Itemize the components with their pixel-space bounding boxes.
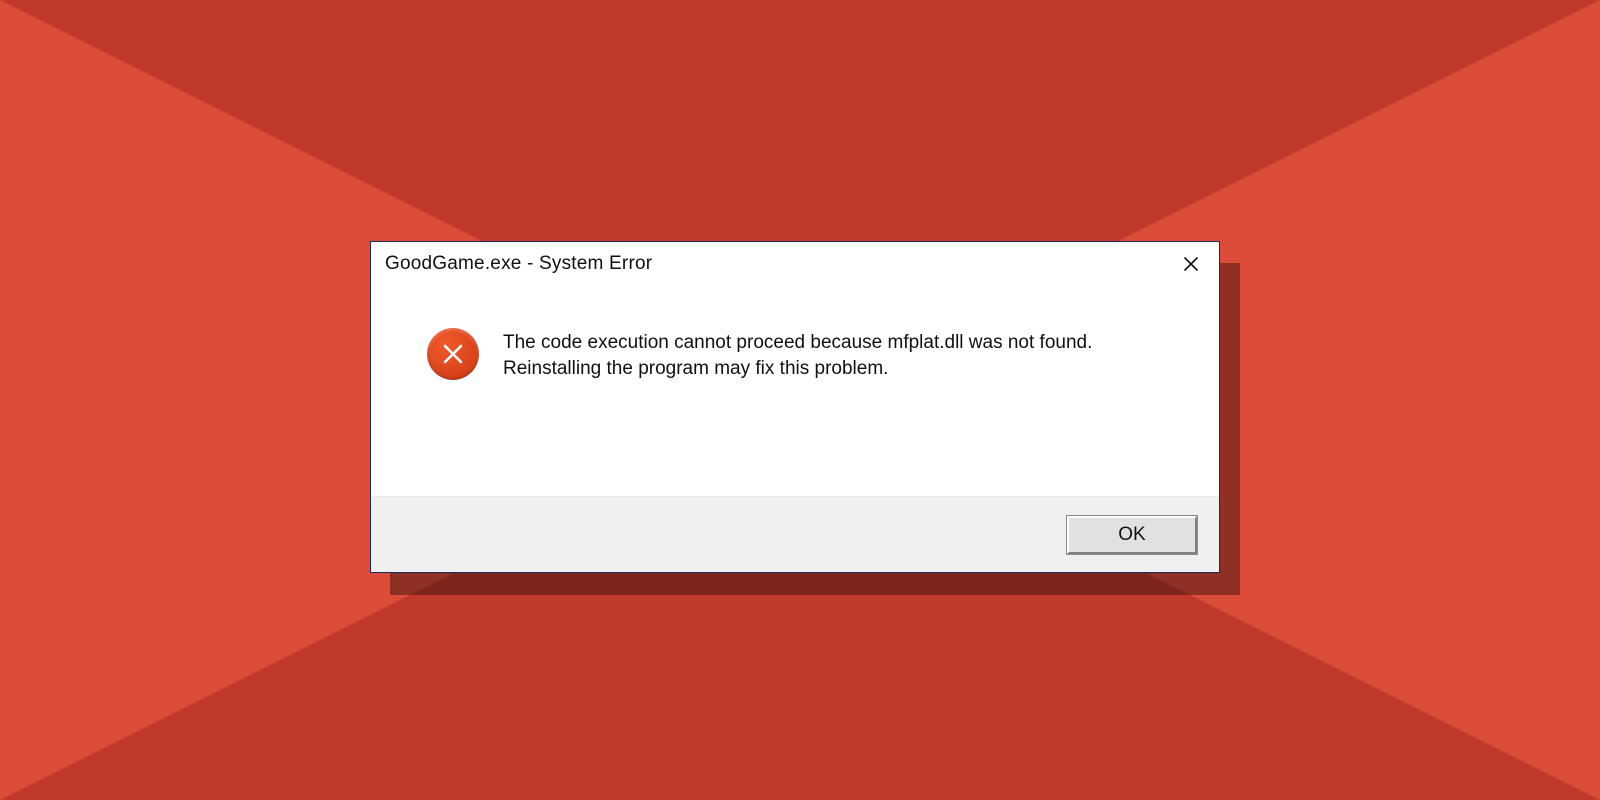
dialog-titlebar[interactable]: GoodGame.exe - System Error: [371, 242, 1219, 286]
error-dialog: GoodGame.exe - System Error The code exe…: [370, 241, 1220, 573]
dialog-footer: OK: [371, 496, 1219, 572]
dialog-body: The code execution cannot proceed becaus…: [371, 286, 1219, 496]
close-icon: [1183, 256, 1199, 272]
error-message: The code execution cannot proceed becaus…: [503, 328, 1143, 381]
error-icon: [427, 328, 479, 380]
x-glyph-icon: [441, 342, 465, 366]
dialog-title: GoodGame.exe - System Error: [385, 253, 1171, 275]
ok-button[interactable]: OK: [1067, 516, 1197, 554]
close-button[interactable]: [1171, 249, 1211, 279]
